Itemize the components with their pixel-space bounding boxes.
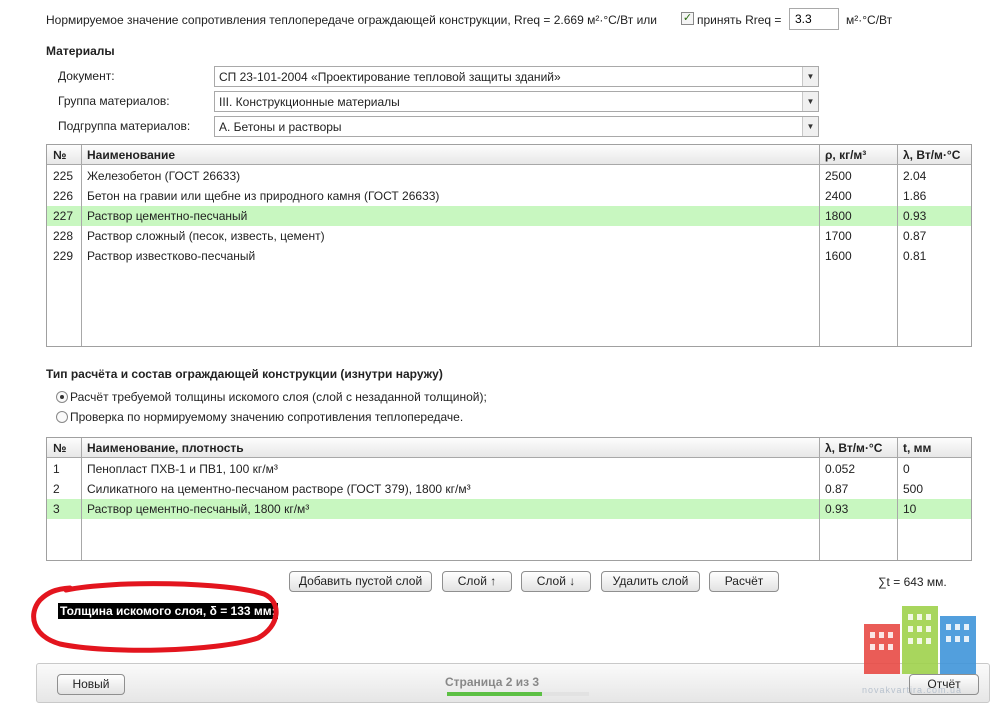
column-divider xyxy=(81,145,82,346)
layers-grid[interactable]: № Наименование, плотность λ, Вт/м·°С t, … xyxy=(46,437,972,561)
row-thickness: 10 xyxy=(903,502,917,516)
subgroup-select-value: А. Бетоны и растворы xyxy=(219,120,342,134)
new-button[interactable]: Новый xyxy=(57,674,125,695)
row-thickness: 0 xyxy=(903,462,910,476)
document-select[interactable]: СП 23-101-2004 «Проектирование тепловой … xyxy=(214,66,819,87)
group-select-value: III. Конструкционные материалы xyxy=(219,95,400,109)
thickness-sum: ∑t = 643 мм. xyxy=(878,575,947,589)
footer-bar: Новый Страница 2 из 3 Отчёт xyxy=(36,663,990,703)
rreq-value-input[interactable] xyxy=(789,8,839,30)
materials-grid[interactable]: № Наименование ρ, кг/м³ λ, Вт/м·°С 225 Ж… xyxy=(46,144,972,347)
calc-option-thickness-radio[interactable] xyxy=(56,391,68,403)
col-name-header[interactable]: Наименование xyxy=(87,148,175,162)
table-row-selected[interactable]: 227 Раствор цементно-песчаный 1800 0.93 xyxy=(47,206,971,226)
table-row[interactable]: 229 Раствор известково-песчаный 1600 0.8… xyxy=(47,246,971,266)
row-lambda: 1.86 xyxy=(903,189,927,203)
row-lambda: 2.04 xyxy=(903,169,927,183)
accept-rreq-label: принять Rreq = xyxy=(697,13,782,27)
row-num: 3 xyxy=(53,502,60,516)
add-empty-layer-button[interactable]: Добавить пустой слой xyxy=(289,571,432,592)
row-lambda: 0.93 xyxy=(903,209,927,223)
row-name: Пенопласт ПХВ-1 и ПВ1, 100 кг/м³ xyxy=(87,462,278,476)
table-row[interactable]: 226 Бетон на гравии или щебне из природн… xyxy=(47,186,971,206)
table-row[interactable]: 1 Пенопласт ПХВ-1 и ПВ1, 100 кг/м³ 0.052… xyxy=(47,459,971,479)
document-label: Документ: xyxy=(58,69,115,83)
document-select-value: СП 23-101-2004 «Проектирование тепловой … xyxy=(219,70,561,84)
col-num-header[interactable]: № xyxy=(53,148,66,162)
row-lambda: 0.93 xyxy=(825,502,849,516)
row-thickness: 500 xyxy=(903,482,924,496)
calc-title: Тип расчёта и состав ограждающей констру… xyxy=(46,367,443,381)
layer-up-button[interactable]: Слой ↑ xyxy=(442,571,512,592)
row-name: Раствор известково-песчаный xyxy=(87,249,256,263)
layer-down-button[interactable]: Слой ↓ xyxy=(521,571,591,592)
col-lambda-header[interactable]: λ, Вт/м·°С xyxy=(825,441,882,455)
site-watermark: novakvartira.com.ua xyxy=(862,685,963,695)
chevron-down-icon[interactable]: ▼ xyxy=(802,67,818,86)
row-lambda: 0.81 xyxy=(903,249,927,263)
row-name: Силикатного на цементно-песчаном раствор… xyxy=(87,482,471,496)
materials-title: Материалы xyxy=(46,44,115,58)
row-lambda: 0.052 xyxy=(825,462,856,476)
group-label: Группа материалов: xyxy=(58,94,170,108)
red-annotation-ellipse xyxy=(31,581,279,653)
group-select[interactable]: III. Конструкционные материалы ▼ xyxy=(214,91,819,112)
column-divider xyxy=(897,145,898,346)
row-rho: 1700 xyxy=(825,229,852,243)
row-num: 225 xyxy=(53,169,74,183)
column-divider xyxy=(819,438,820,560)
row-lambda: 0.87 xyxy=(903,229,927,243)
row-name: Железобетон (ГОСТ 26633) xyxy=(87,169,241,183)
calc-option-thickness-label[interactable]: Расчёт требуемой толщины искомого слоя (… xyxy=(70,390,487,404)
row-name: Раствор сложный (песок, известь, цемент) xyxy=(87,229,325,243)
row-lambda: 0.87 xyxy=(825,482,849,496)
accept-rreq-checkbox[interactable]: ✓ xyxy=(681,12,694,25)
rreq-description: Нормируемое значение сопротивления тепло… xyxy=(46,13,657,27)
row-rho: 2500 xyxy=(825,169,852,183)
calc-option-check-radio[interactable] xyxy=(56,411,68,423)
col-rho-header[interactable]: ρ, кг/м³ xyxy=(825,148,866,162)
row-name: Бетон на гравии или щебне из природного … xyxy=(87,189,440,203)
calculate-button[interactable]: Расчёт xyxy=(709,571,779,592)
chevron-down-icon[interactable]: ▼ xyxy=(802,117,818,136)
col-name-header[interactable]: Наименование, плотность xyxy=(87,441,244,455)
table-row[interactable]: 2 Силикатного на цементно-песчаном раств… xyxy=(47,479,971,499)
calc-option-check-label[interactable]: Проверка по нормируемому значению сопрот… xyxy=(70,410,463,424)
column-divider xyxy=(897,438,898,560)
row-num: 1 xyxy=(53,462,60,476)
rreq-unit: м²·°С/Вт xyxy=(846,13,893,27)
row-num: 229 xyxy=(53,249,74,263)
row-name: Раствор цементно-песчаный xyxy=(87,209,248,223)
row-rho: 1600 xyxy=(825,249,852,263)
table-row[interactable]: 228 Раствор сложный (песок, известь, цем… xyxy=(47,226,971,246)
delete-layer-button[interactable]: Удалить слой xyxy=(601,571,700,592)
table-row-selected[interactable]: 3 Раствор цементно-песчаный, 1800 кг/м³ … xyxy=(47,499,971,519)
subgroup-select[interactable]: А. Бетоны и растворы ▼ xyxy=(214,116,819,137)
subgroup-label: Подгруппа материалов: xyxy=(58,119,191,133)
row-name: Раствор цементно-песчаный, 1800 кг/м³ xyxy=(87,502,310,516)
row-num: 2 xyxy=(53,482,60,496)
table-row[interactable]: 225 Железобетон (ГОСТ 26633) 2500 2.04 xyxy=(47,166,971,186)
col-lambda-header[interactable]: λ, Вт/м·°С xyxy=(903,148,960,162)
page-progress-fill xyxy=(447,692,542,696)
chevron-down-icon[interactable]: ▼ xyxy=(802,92,818,111)
row-rho: 2400 xyxy=(825,189,852,203)
materials-grid-header: № Наименование ρ, кг/м³ λ, Вт/м·°С xyxy=(47,145,971,165)
row-num: 226 xyxy=(53,189,74,203)
row-rho: 1800 xyxy=(825,209,852,223)
col-num-header[interactable]: № xyxy=(53,441,66,455)
row-num: 228 xyxy=(53,229,74,243)
layers-grid-header: № Наименование, плотность λ, Вт/м·°С t, … xyxy=(47,438,971,458)
column-divider xyxy=(819,145,820,346)
page-progress-bar xyxy=(447,692,589,696)
col-t-header[interactable]: t, мм xyxy=(903,441,931,455)
row-num: 227 xyxy=(53,209,74,223)
page-progress-label: Страница 2 из 3 xyxy=(445,675,540,689)
column-divider xyxy=(81,438,82,560)
